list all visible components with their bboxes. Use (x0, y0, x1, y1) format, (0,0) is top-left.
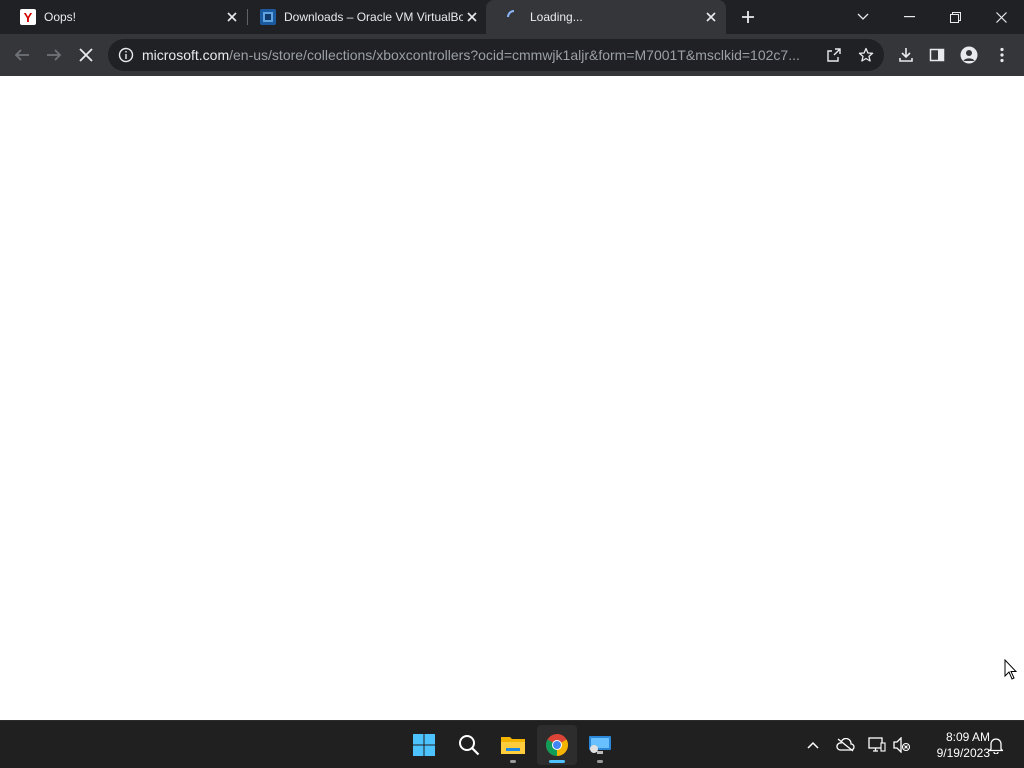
system-clock[interactable]: 8:09 AM 9/19/2023 (918, 729, 990, 761)
remote-desktop-icon[interactable] (580, 725, 620, 765)
profile-icon[interactable] (954, 40, 984, 70)
running-indicator (597, 760, 603, 763)
site-info-icon[interactable] (118, 47, 134, 63)
url-text: microsoft.com/en-us/store/collections/xb… (142, 47, 814, 63)
stop-loading-icon[interactable] (71, 40, 101, 70)
bell-icon[interactable] (984, 733, 1008, 757)
share-icon[interactable] (822, 43, 846, 67)
search-icon[interactable] (449, 725, 489, 765)
close-icon[interactable] (978, 0, 1024, 34)
network-icon[interactable] (865, 733, 889, 757)
windows-start-icon[interactable] (404, 725, 444, 765)
tab-loading[interactable]: Loading... (486, 0, 726, 34)
tab-title: Loading... (530, 10, 583, 24)
onedrive-offline-icon[interactable] (833, 733, 857, 757)
close-tab-icon[interactable] (463, 8, 481, 26)
chrome-icon[interactable] (537, 725, 577, 765)
tab-title: Oops! (44, 10, 77, 24)
active-indicator (549, 760, 565, 763)
tab-title: Downloads – Oracle VM VirtualBox (284, 10, 463, 24)
running-indicator (510, 760, 516, 763)
volume-muted-icon[interactable] (890, 733, 914, 757)
url-path: /en-us/store/collections/xboxcontrollers… (229, 47, 800, 63)
chevron-up-icon[interactable] (801, 733, 825, 757)
loading-spinner-icon (506, 9, 522, 25)
plus-icon[interactable] (737, 6, 759, 28)
clock-date: 9/19/2023 (936, 746, 990, 760)
clock-time: 8:09 AM (945, 730, 990, 744)
tab-virtualbox-downloads[interactable]: Downloads – Oracle VM VirtualBox (240, 0, 487, 34)
forward-arrow-icon[interactable] (39, 40, 69, 70)
tab-oops[interactable]: Y Oops! (0, 0, 247, 34)
download-icon[interactable] (891, 40, 921, 70)
minimize-icon[interactable] (886, 0, 932, 34)
browser-toolbar: microsoft.com/en-us/store/collections/xb… (0, 34, 1024, 76)
address-bar[interactable]: microsoft.com/en-us/store/collections/xb… (108, 39, 884, 71)
close-tab-icon[interactable] (702, 8, 720, 26)
virtualbox-icon (260, 9, 276, 25)
restore-icon[interactable] (932, 0, 978, 34)
tab-strip: Y Oops! Downloads – Oracle VM VirtualBox… (0, 0, 1024, 34)
star-icon[interactable] (854, 43, 878, 67)
side-panel-icon[interactable] (922, 40, 952, 70)
file-explorer-icon[interactable] (493, 725, 533, 765)
close-tab-icon[interactable] (223, 8, 241, 26)
kebab-menu-icon[interactable] (987, 40, 1017, 70)
url-host: microsoft.com (142, 47, 230, 63)
mouse-cursor-icon (1004, 658, 1018, 685)
taskbar: 8:09 AM 9/19/2023 (0, 720, 1024, 768)
back-arrow-icon[interactable] (7, 40, 37, 70)
chevron-down-icon[interactable] (840, 0, 886, 34)
chrome-window: Y Oops! Downloads – Oracle VM VirtualBox… (0, 0, 1024, 720)
svg-text:Y: Y (24, 10, 33, 25)
yahoo-icon: Y (20, 9, 36, 25)
page-content (0, 76, 1024, 720)
